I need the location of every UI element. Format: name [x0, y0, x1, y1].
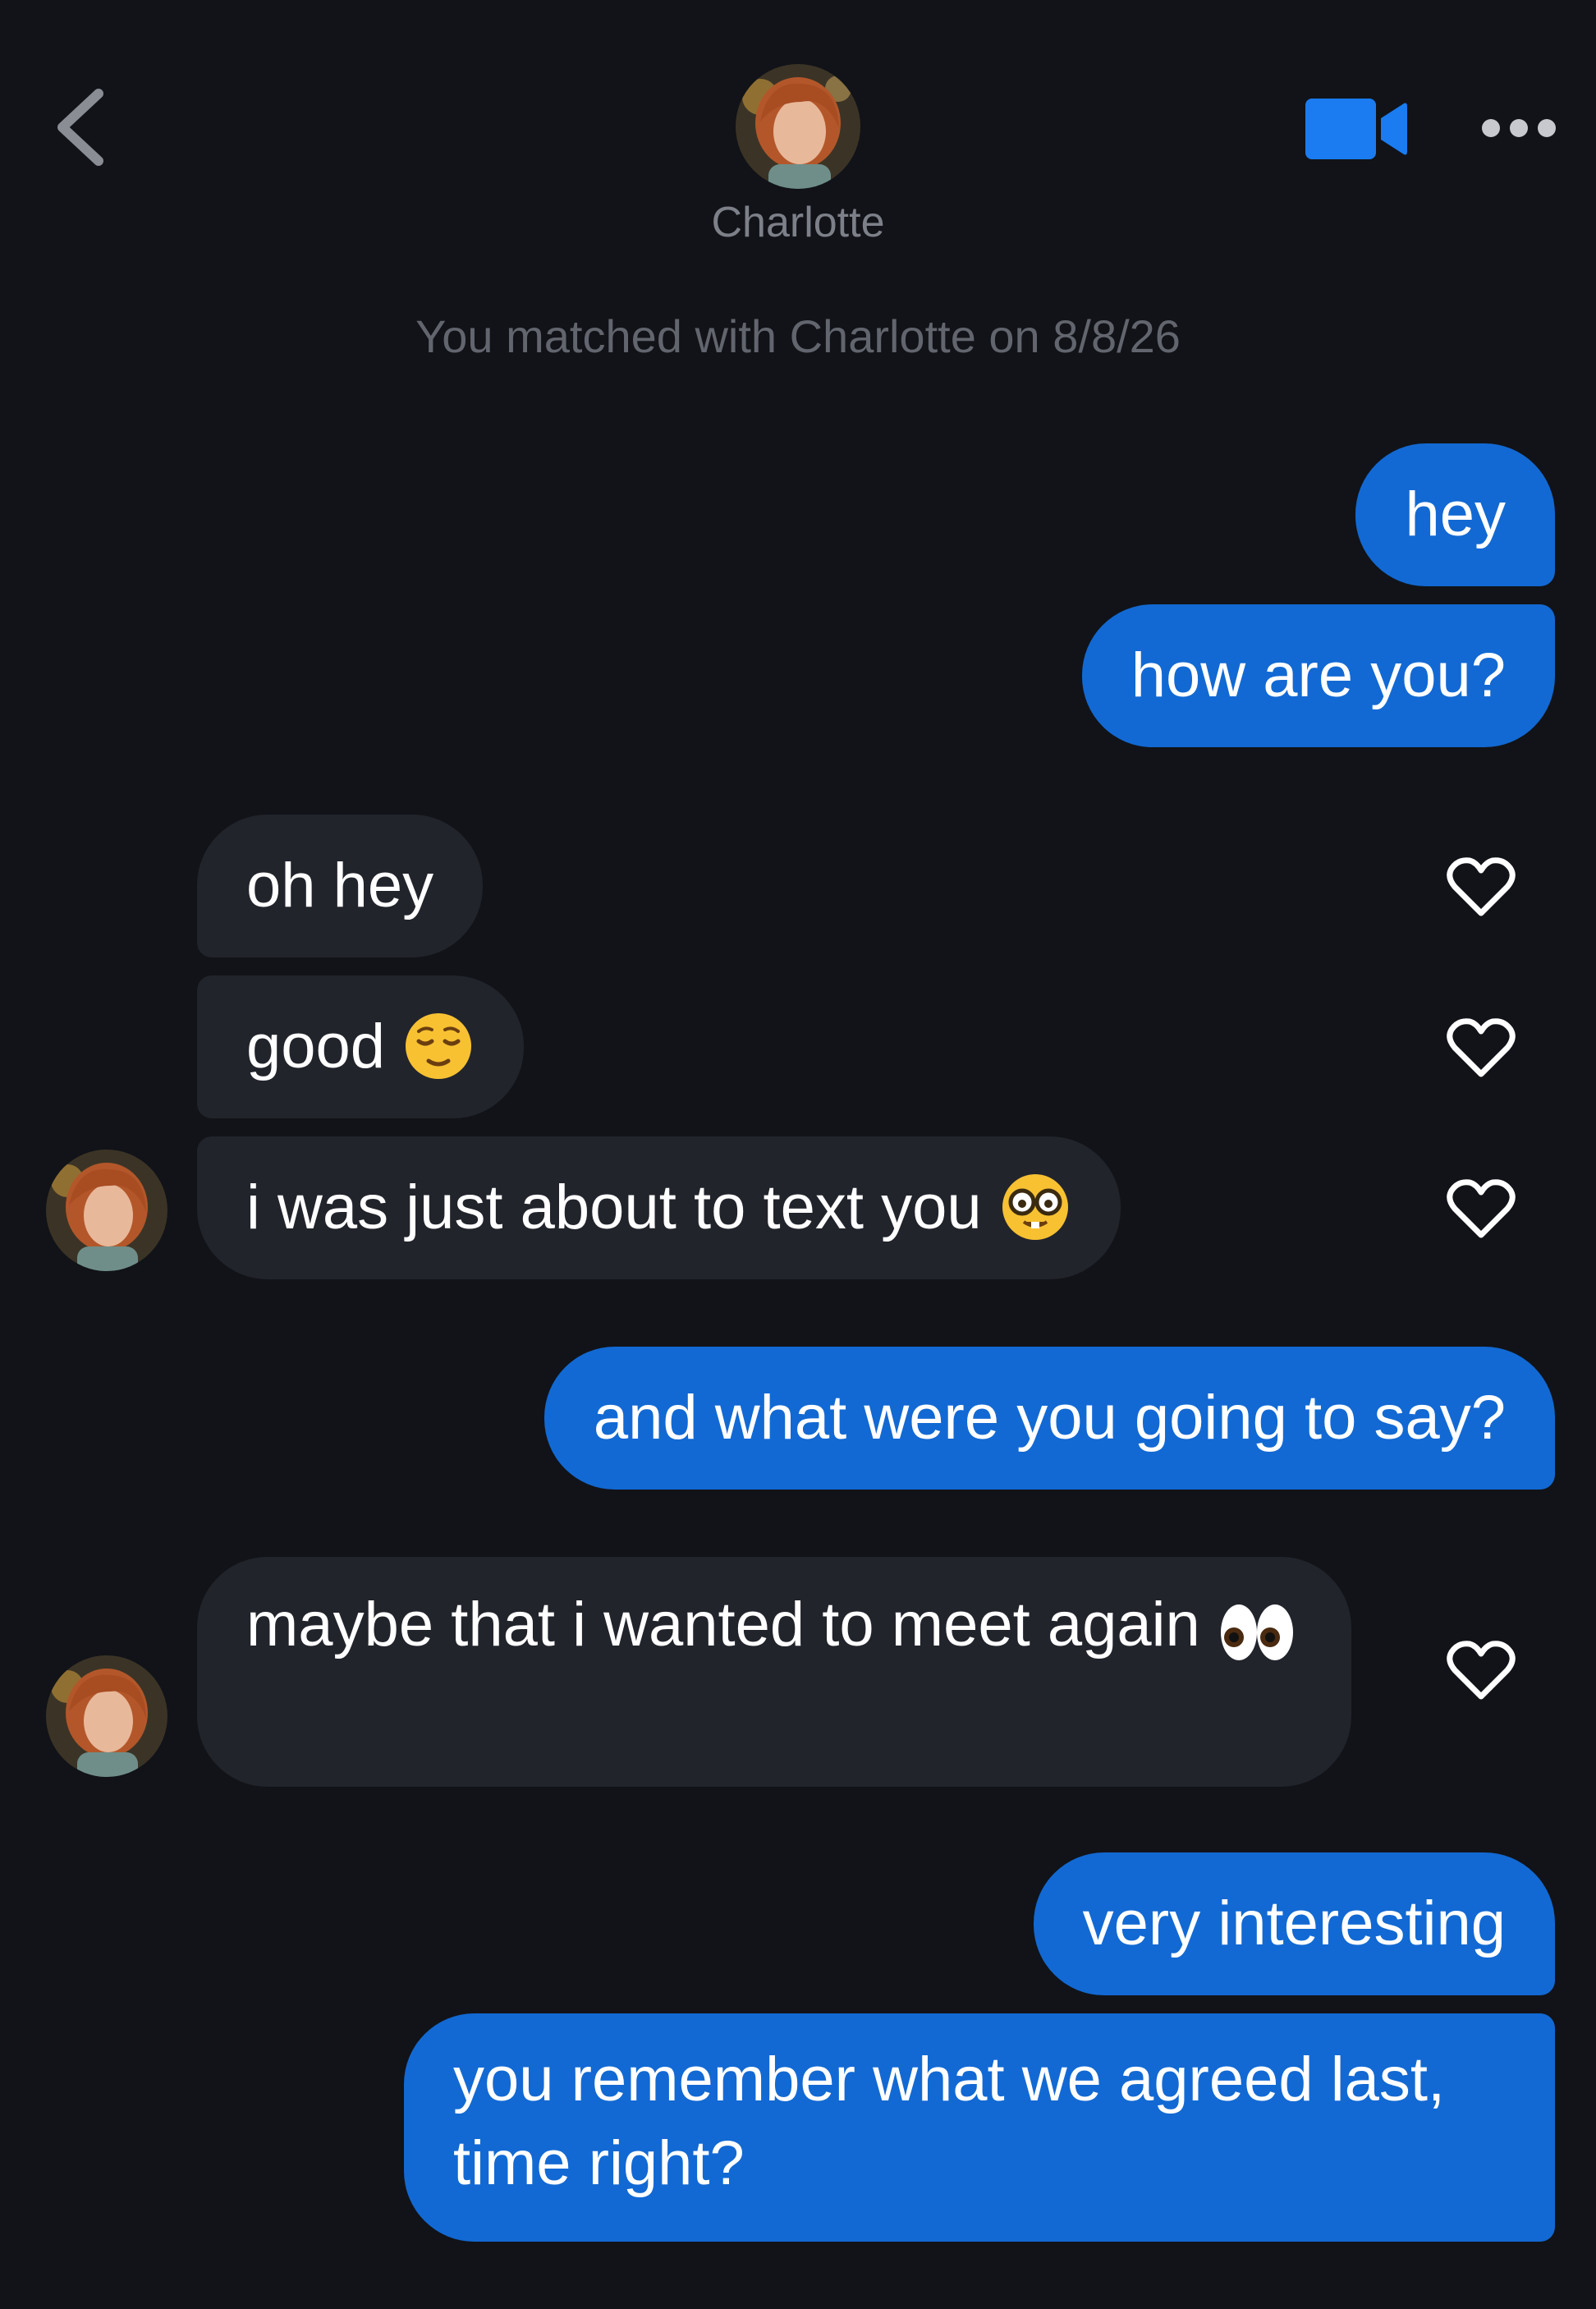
message-text: oh hey: [246, 851, 434, 920]
message-received[interactable]: good: [197, 975, 525, 1118]
message-received[interactable]: oh hey: [197, 815, 484, 957]
contact-avatar-small[interactable]: [46, 1655, 167, 1777]
back-button[interactable]: [48, 82, 113, 172]
message-text: how are you?: [1130, 640, 1506, 710]
message-text: maybe that i wanted to meet again: [246, 1590, 1200, 1659]
chevron-left-icon: [57, 89, 103, 166]
eyes-emoji: [1220, 1604, 1293, 1660]
message-text: and what were you going to say?: [593, 1383, 1506, 1453]
like-button[interactable]: [1447, 856, 1516, 918]
chat-header: Charlotte: [0, 0, 1596, 271]
message-received[interactable]: maybe that i wanted to meet again: [197, 1557, 1351, 1787]
message-text: hey: [1405, 480, 1506, 549]
message-sent[interactable]: and what were you going to say?: [543, 1347, 1555, 1490]
message-received[interactable]: i was just about to text you: [197, 1136, 1121, 1279]
message-text: you remember what we agreed last, time r…: [453, 2045, 1446, 2198]
video-camera-icon: [1305, 99, 1407, 159]
heart-icon: [1447, 857, 1516, 916]
message-sent[interactable]: hey: [1355, 443, 1555, 586]
message-text: good: [246, 1012, 386, 1081]
message-sent[interactable]: very interesting: [1033, 1852, 1555, 1995]
nerd-face-emoji: [1002, 1173, 1068, 1240]
heart-icon: [1447, 1018, 1516, 1077]
ellipsis-icon: [1482, 119, 1556, 137]
contact-name[interactable]: Charlotte: [634, 197, 962, 248]
match-notice: You matched with Charlotte on 8/8/26: [415, 310, 1181, 362]
like-button[interactable]: [1447, 1017, 1516, 1079]
contact-avatar[interactable]: [736, 64, 860, 189]
message-text: i was just about to text you: [246, 1173, 982, 1242]
message-text: very interesting: [1082, 1889, 1506, 1958]
video-call-button[interactable]: [1302, 97, 1409, 161]
message-sent[interactable]: you remember what we agreed last, time r…: [404, 2013, 1555, 2242]
contact-avatar-small[interactable]: [46, 1150, 167, 1271]
heart-icon: [1447, 1641, 1516, 1700]
relieved-face-emoji: [406, 1012, 472, 1079]
message-sent[interactable]: how are you?: [1081, 604, 1555, 747]
heart-icon: [1447, 1179, 1516, 1238]
more-options-button[interactable]: [1479, 112, 1558, 145]
like-button[interactable]: [1447, 1639, 1516, 1701]
like-button[interactable]: [1447, 1177, 1516, 1240]
